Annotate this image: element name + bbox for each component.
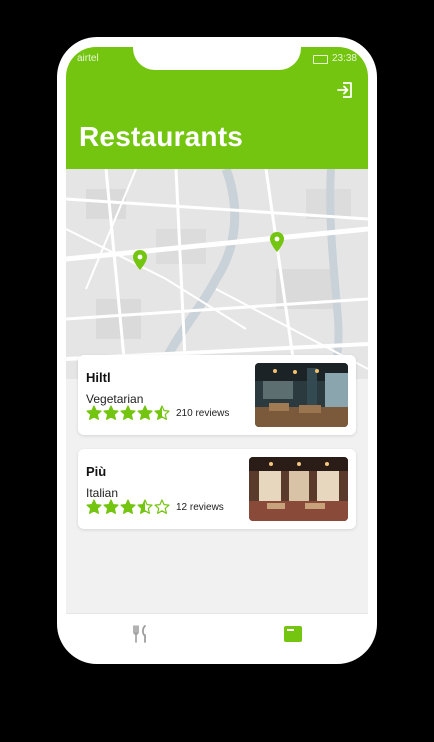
star-full-icon [86, 499, 102, 514]
rating-stars [86, 405, 171, 421]
phone-frame: airtel 23:38 Restaurants Hiltl Vegetaria… [57, 37, 377, 664]
review-count: 210 reviews [176, 408, 230, 419]
star-half-icon [137, 499, 153, 514]
camera-notch [133, 47, 301, 70]
clock-label: 23:38 [331, 53, 357, 64]
tab-list[interactable] [217, 614, 368, 654]
logout-icon[interactable] [336, 81, 354, 99]
carrier-label: airtel [77, 53, 99, 64]
restaurant-photo [249, 457, 348, 521]
star-empty-icon [154, 499, 170, 514]
fork-knife-icon [133, 625, 146, 643]
star-half-icon [154, 405, 170, 420]
bottom-nav [66, 613, 368, 654]
restaurant-card-hiltl[interactable]: Hiltl Vegetarian 210 reviews [78, 355, 356, 435]
restaurant-name: Hiltl [86, 370, 111, 385]
app-header: airtel 23:38 Restaurants [66, 47, 368, 169]
map-pin-icon[interactable] [132, 249, 148, 271]
star-full-icon [103, 499, 119, 514]
star-full-icon [86, 405, 102, 420]
rating-stars [86, 499, 171, 515]
star-full-icon [103, 405, 119, 420]
star-full-icon [120, 499, 136, 514]
star-full-icon [137, 405, 153, 420]
restaurant-category: Vegetarian [86, 392, 144, 406]
list-card-icon [284, 626, 302, 642]
review-count: 12 reviews [176, 502, 224, 513]
restaurant-photo [255, 363, 348, 427]
restaurant-card-piu[interactable]: Più Italian 12 reviews [78, 449, 356, 529]
page-title: Restaurants [79, 121, 244, 152]
restaurant-category: Italian [86, 486, 119, 500]
battery-icon [313, 55, 328, 64]
app-screen: airtel 23:38 Restaurants Hiltl Vegetaria… [66, 47, 368, 654]
restaurant-name: Più [86, 464, 107, 479]
tab-restaurants[interactable] [66, 614, 217, 654]
star-full-icon [120, 405, 136, 420]
map-pin-icon[interactable] [269, 231, 285, 253]
map-tiles [66, 169, 368, 379]
restaurant-map[interactable] [66, 169, 368, 379]
